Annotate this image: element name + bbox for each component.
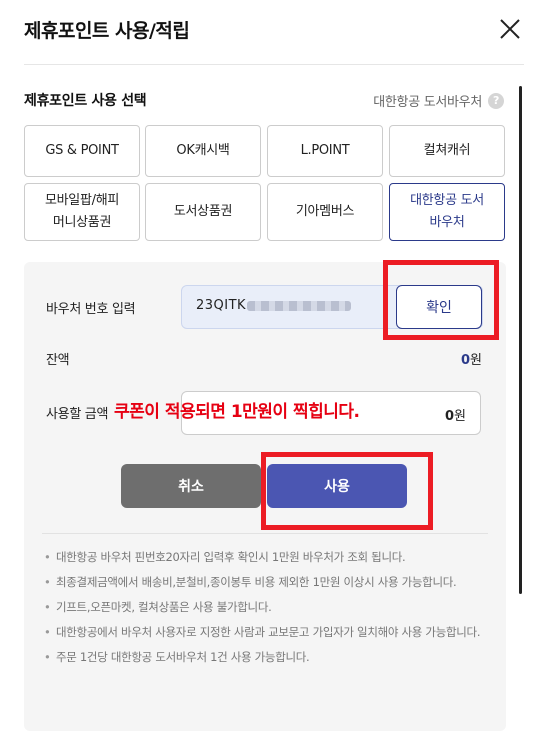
cancel-button[interactable]: 취소	[121, 464, 261, 508]
voucher-number-label: 바우처 번호 입력	[46, 302, 136, 317]
balance-value: 0원	[460, 353, 482, 368]
notice-item: 대한항공 바우처 핀번호20자리 입력후 확인시 1만원 바우처가 조회 됩니다…	[44, 548, 484, 567]
section-hint[interactable]: 대한항공 도서바우처 ?	[373, 91, 504, 110]
panel-divider	[42, 533, 488, 534]
option-culture-cash[interactable]: 컬쳐캐쉬	[389, 125, 505, 177]
scrollbar[interactable]	[519, 86, 522, 594]
masked-voucher-digits	[247, 300, 352, 311]
voucher-number-value: 23QITK	[196, 298, 247, 313]
header-divider	[24, 64, 524, 65]
option-mobile-pop-happymoney[interactable]: 모바일팝/해피 머니상품권	[24, 183, 140, 241]
help-icon[interactable]: ?	[488, 92, 504, 109]
close-icon	[500, 19, 520, 39]
notice-item: 최종결제금액에서 배송비,분철비,종이봉투 비용 제외한 1만원 이상시 사용 …	[44, 573, 484, 592]
modal-title: 제휴포인트 사용/적립	[24, 20, 190, 42]
annotation-text: 쿠폰이 적용되면 1만원이 찍힙니다.	[114, 402, 360, 422]
annotation-box-apply	[261, 452, 433, 530]
notice-list: 대한항공 바우처 핀번호20자리 입력후 확인시 1만원 바우처가 조회 됩니다…	[44, 548, 484, 673]
close-button[interactable]	[496, 15, 524, 43]
option-korean-air-voucher[interactable]: 대한항공 도서 바우처	[389, 183, 505, 241]
option-ok-cashbag[interactable]: OK캐시백	[145, 125, 261, 177]
annotation-box-confirm	[383, 260, 499, 340]
option-kia-members[interactable]: 기아멤버스	[267, 183, 383, 241]
section-hint-label: 대한항공 도서바우처	[373, 95, 482, 110]
section-title: 제휴포인트 사용 선택	[24, 93, 147, 109]
modal-header: 제휴포인트 사용/적립	[0, 0, 540, 64]
notice-item: 주문 1건당 대한항공 도서바우처 1건 사용 가능합니다.	[44, 648, 484, 667]
option-book-voucher[interactable]: 도서상품권	[145, 183, 261, 241]
use-amount-value: 0원	[444, 409, 466, 424]
option-gs-point[interactable]: GS & POINT	[24, 125, 140, 177]
notice-item: 기프트,오픈마켓, 컬쳐상품은 사용 불가합니다.	[44, 598, 484, 617]
use-amount-label: 사용할 금액	[46, 407, 109, 422]
notice-item: 대한항공에서 바우처 사용자로 지정한 사람과 교보문고 가입자가 일치해야 사…	[44, 623, 484, 642]
option-l-point[interactable]: L.POINT	[267, 125, 383, 177]
balance-label: 잔액	[46, 353, 70, 368]
